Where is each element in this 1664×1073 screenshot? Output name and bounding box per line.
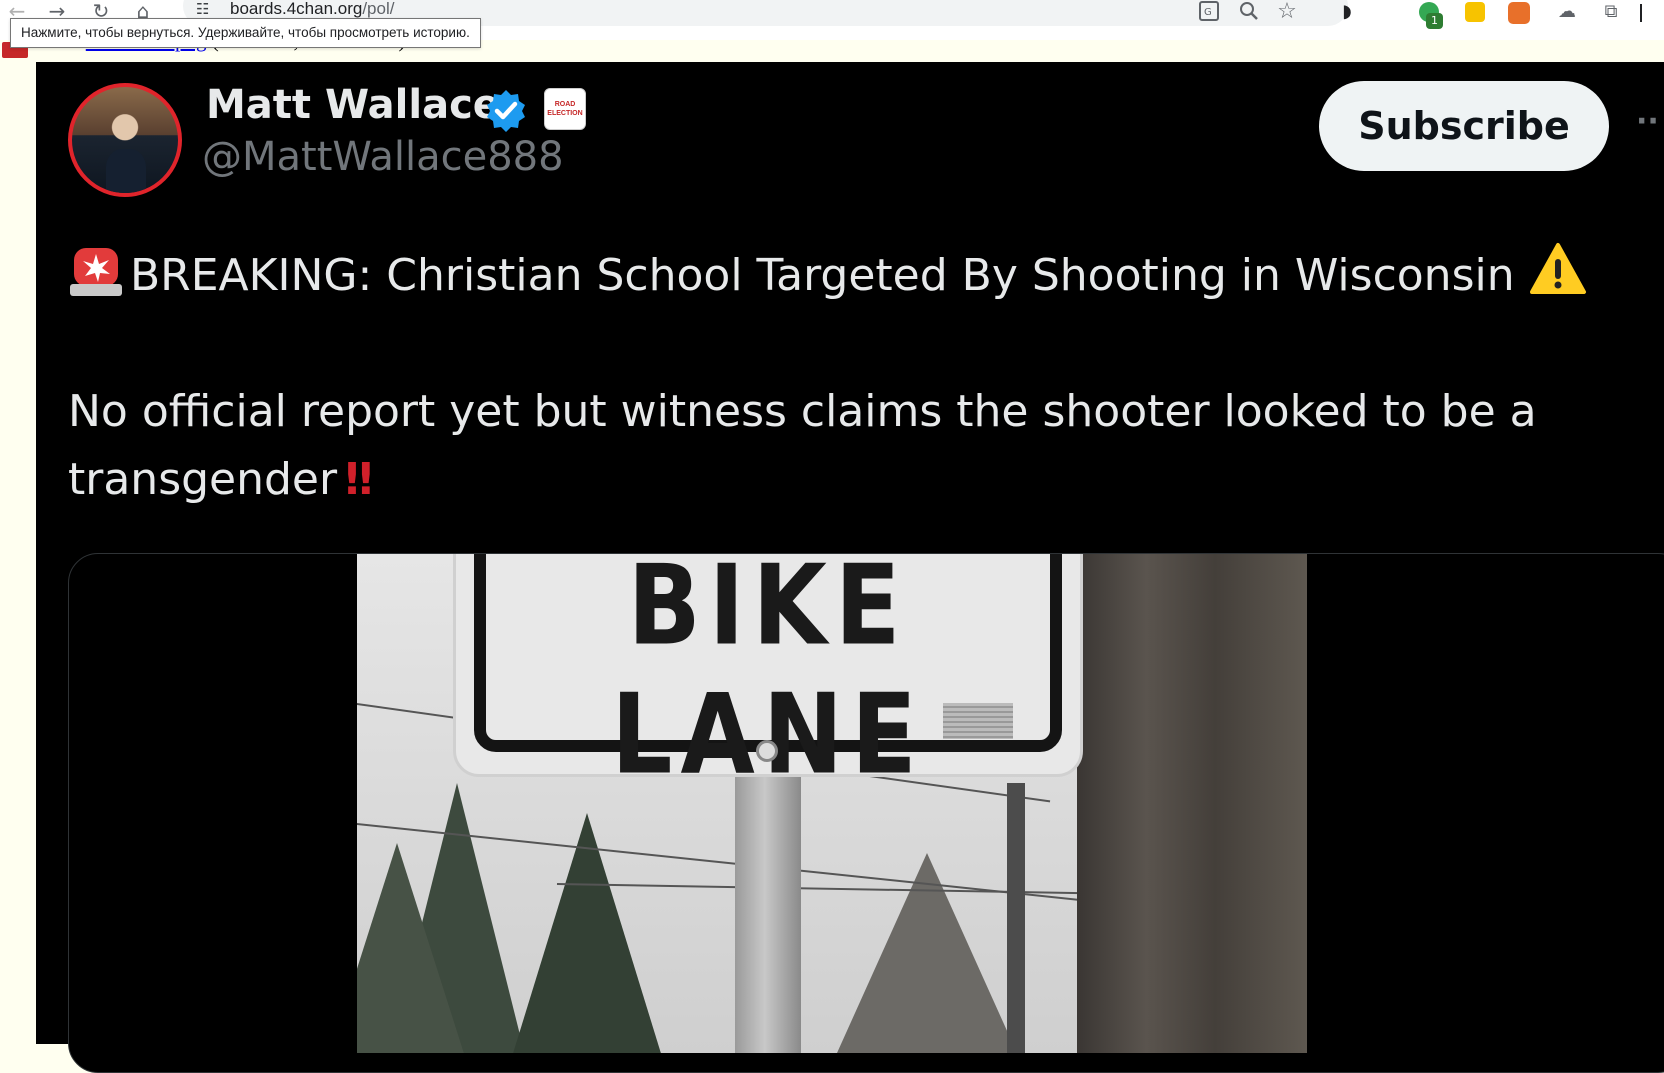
tweet-headline: BREAKING: Christian School Targeted By S… (130, 250, 1515, 301)
more-options-icon[interactable]: ·· (1636, 102, 1659, 142)
sign-bolt (756, 740, 778, 762)
extensions-puzzle-icon[interactable]: ⧉ (1596, 0, 1626, 28)
url-host: boards.4chan.org (230, 0, 363, 18)
pine-tree (357, 843, 467, 1053)
tweet-body-line-1: No official report yet but witness claim… (68, 386, 1537, 437)
bookmark-star-icon[interactable]: ☆ (1272, 0, 1302, 28)
double-exclamation-emoji: ‼ (345, 454, 373, 505)
extension-icon-4[interactable] (1508, 2, 1530, 24)
verified-badge-icon (487, 90, 525, 132)
zoom-icon[interactable] (1234, 0, 1264, 28)
toolbar-divider (1640, 4, 1642, 22)
extension-icon-3[interactable] (1465, 2, 1485, 22)
road-sign: BIKE LANE (453, 554, 1083, 799)
site-info-icon[interactable]: ☷ (196, 0, 218, 20)
utility-pole (1007, 783, 1025, 1053)
warning-emoji-icon (1529, 243, 1586, 294)
author-name: Matt Wallace (206, 82, 500, 128)
translate-icon[interactable]: G (1194, 0, 1224, 28)
video-frame[interactable]: BIKE LANE (357, 554, 1307, 1053)
tree-trunk (1077, 554, 1307, 1053)
extension-icon-1[interactable]: ◗ (1332, 0, 1362, 28)
tweet-image[interactable]: Matt Wallace ROAD ELECTION @MattWallace8… (36, 62, 1664, 1073)
subscribe-button[interactable]: Subscribe (1319, 81, 1609, 171)
svg-text:G: G (1204, 7, 1212, 18)
siren-emoji-icon (70, 248, 122, 296)
tweet-text: BREAKING: Christian School Targeted By S… (68, 242, 1628, 514)
tweet-body-line-2: transgender ‼ (68, 446, 1628, 514)
tweet-body-last-word: transgender (68, 454, 338, 505)
extension-badge: 1 (1426, 13, 1443, 29)
avatar (68, 83, 182, 197)
tweet-media[interactable]: BIKE LANE (68, 553, 1664, 1073)
back-button-tooltip: Нажмите, чтобы вернуться. Удерживайте, ч… (10, 18, 481, 48)
affiliate-badge: ROAD ELECTION (544, 88, 586, 130)
tweet-headline-line: BREAKING: Christian School Targeted By S… (68, 242, 1628, 310)
extension-icon-5[interactable]: ☁ (1552, 0, 1582, 28)
url-text[interactable]: boards.4chan.org/pol/ (230, 0, 394, 19)
url-path: /pol/ (362, 0, 395, 18)
sign-pole (735, 777, 801, 1053)
author-handle: @MattWallace888 (202, 134, 564, 180)
sign-sticker (943, 703, 1013, 739)
